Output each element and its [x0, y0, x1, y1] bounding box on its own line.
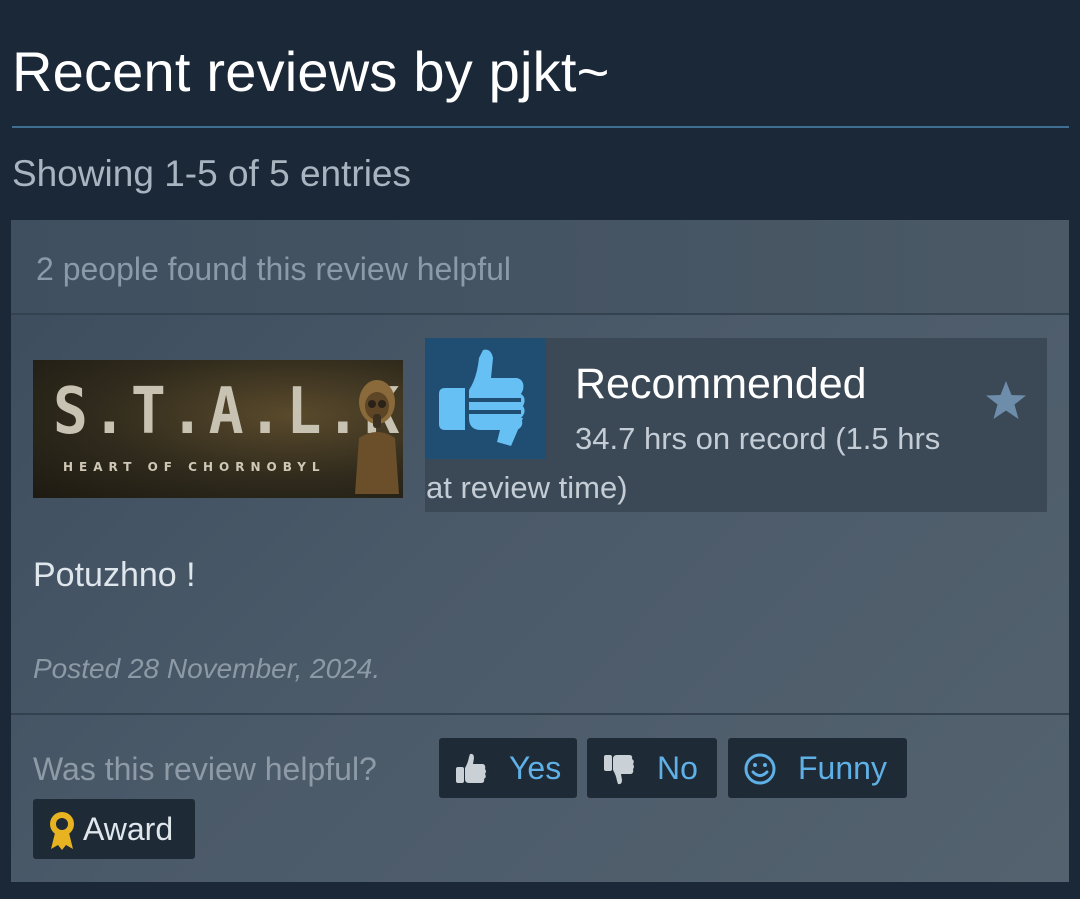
award-button-label: Award: [83, 811, 174, 847]
hours-on-record: 34.7 hrs on record (1.5 hrs: [575, 421, 941, 456]
no-button-label: No: [657, 750, 698, 786]
funny-button-label: Funny: [798, 750, 887, 786]
page-title: Recent reviews by pjkt~: [12, 40, 610, 103]
recommendation-box[interactable]: Recommended 34.7 hrs on record (1.5 hrs …: [425, 338, 1047, 512]
thumbs-up-icon: [425, 338, 546, 459]
review-card: 2 people found this review helpful S.T.A…: [11, 220, 1069, 882]
thumbs-up-icon: [456, 753, 486, 783]
helpful-count-text: 2 people found this review helpful: [36, 251, 511, 287]
star-icon[interactable]: [983, 378, 1029, 424]
entries-count: Showing 1-5 of 5 entries: [12, 153, 412, 194]
yes-button[interactable]: Yes: [439, 738, 577, 798]
recommendation-label: Recommended: [575, 360, 867, 408]
game-logo-subtitle: HEART OF CHORNOBYL: [63, 460, 326, 474]
yes-button-label: Yes: [509, 750, 562, 786]
page: Recent reviews by pjkt~ Showing 1-5 of 5…: [0, 0, 1080, 899]
award-button[interactable]: Award: [33, 799, 195, 859]
review-helpful-header: 2 people found this review helpful: [11, 220, 1069, 315]
no-button[interactable]: No: [587, 738, 717, 798]
footer-divider: [11, 713, 1069, 715]
helpful-question: Was this review helpful?: [33, 751, 377, 787]
smiley-icon: [744, 753, 776, 785]
thumbs-down-icon: [604, 755, 634, 785]
stalker-figure-art: [355, 380, 399, 494]
funny-button[interactable]: Funny: [728, 738, 907, 798]
review-text: Potuzhno !: [33, 556, 196, 594]
title-divider: [12, 126, 1069, 128]
game-capsule-image[interactable]: S.T.A.L.K.E.R. 2 HEART OF CHORNOBYL: [33, 360, 403, 498]
award-ribbon-icon: [50, 812, 74, 850]
hours-at-review: at review time): [426, 470, 628, 505]
posted-date: Posted 28 November, 2024.: [33, 653, 381, 684]
